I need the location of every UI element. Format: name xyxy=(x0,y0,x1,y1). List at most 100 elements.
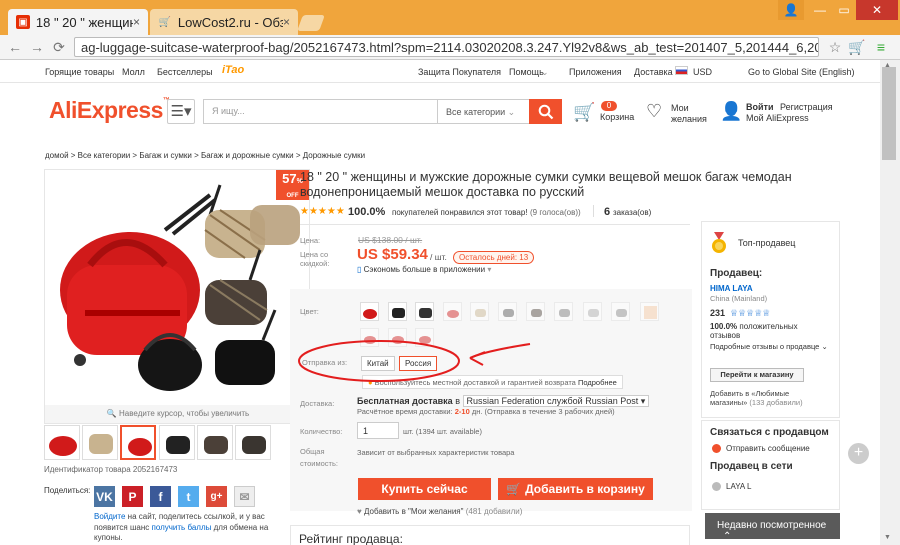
contact-heading: Связаться с продавцом xyxy=(710,427,829,438)
earn-points-link[interactable]: получить баллы xyxy=(151,523,211,532)
vk-share-button[interactable]: VK xyxy=(94,486,115,507)
orders-label: заказа(ов) xyxy=(613,208,652,217)
thumbnail-2[interactable] xyxy=(82,425,118,460)
thumbnail-1[interactable] xyxy=(44,425,80,460)
add-to-wishlist[interactable]: ♥ Добавить в "Мои желания" (481 добавили… xyxy=(357,507,522,516)
cart-extension-icon[interactable]: 🛒 xyxy=(848,38,866,56)
twitter-share-button[interactable]: t xyxy=(178,486,199,507)
quantity-input[interactable]: 1 xyxy=(357,422,399,439)
link-global-site[interactable]: Go to Global Site (English) xyxy=(748,67,855,77)
link-buyer-protection[interactable]: Защита Покупателя xyxy=(418,67,501,77)
googleplus-share-button[interactable]: g+ xyxy=(206,486,227,507)
color-swatch-11[interactable] xyxy=(640,302,659,321)
seller-name-link[interactable]: HIMA LAYA xyxy=(710,284,753,293)
search-button[interactable] xyxy=(529,99,562,124)
close-icon[interactable]: × xyxy=(133,15,140,29)
user-account-icon[interactable]: 👤 xyxy=(720,101,742,122)
current-price: US $59.34 xyxy=(357,246,428,263)
minimize-button[interactable]: — xyxy=(808,0,832,20)
tab-aliexpress[interactable]: ▣ 18 " 20 " женщины × xyxy=(8,9,148,35)
go-to-store-button[interactable]: Перейти к магазину xyxy=(710,368,804,382)
total-label: Общая стоимость: xyxy=(300,447,338,468)
add-to-cart-button[interactable]: 🛒 Добавить в корзину xyxy=(498,478,653,500)
online-seller-link[interactable]: LAYA L xyxy=(726,482,752,491)
close-icon[interactable]: × xyxy=(283,15,290,29)
color-swatch-6[interactable] xyxy=(498,302,517,321)
tab-label: LowCost2.ru - Обзор xyxy=(177,14,283,30)
scroll-up-icon[interactable]: ▲ xyxy=(884,62,891,69)
scroll-down-icon[interactable]: ▼ xyxy=(884,534,891,541)
color-swatch-10[interactable] xyxy=(611,302,630,321)
pinterest-share-button[interactable]: P xyxy=(122,486,143,507)
heart-icon[interactable]: ♡ xyxy=(646,101,662,122)
facebook-share-button[interactable]: f xyxy=(150,486,171,507)
email-share-button[interactable]: ✉ xyxy=(234,486,255,507)
recently-viewed-bar[interactable]: Недавно посмотренное ⌃ xyxy=(705,513,840,542)
color-swatch-4[interactable] xyxy=(443,302,462,321)
address-bar[interactable]: ag-luggage-suitcase-waterproof-bag/20521… xyxy=(74,37,819,57)
close-window-button[interactable]: ✕ xyxy=(856,0,898,20)
link-hot-deals[interactable]: Горящие товары xyxy=(45,67,114,77)
delivery-method-select[interactable]: Russian Federation службой Russian Post … xyxy=(462,395,650,407)
detailed-feedback-link[interactable]: Подробные отзывы о продавце ⌄ xyxy=(710,342,828,351)
register-link[interactable]: Регистрация xyxy=(780,102,833,112)
seller-heading: Продавец: xyxy=(710,268,763,279)
send-message-link[interactable]: Отправить сообщение xyxy=(726,444,810,453)
link-bestsellers[interactable]: Бестселлеры xyxy=(157,67,213,77)
link-mall[interactable]: Молл xyxy=(122,67,145,77)
wishlist-link[interactable]: Мои желания xyxy=(671,103,707,125)
link-help[interactable]: Помощь xyxy=(509,67,544,77)
thumbnail-3[interactable] xyxy=(120,425,156,460)
color-swatch-red[interactable] xyxy=(360,302,379,321)
app-save-link[interactable]: ▯ Сэкономь больше в приложении ▾ xyxy=(357,265,491,274)
star-icon[interactable]: ☆ xyxy=(826,38,844,56)
tab-lowcost[interactable]: 🛒 LowCost2.ru - Обзор × xyxy=(150,9,298,35)
scrollbar-thumb[interactable] xyxy=(882,67,896,160)
thumbnail-6[interactable] xyxy=(235,425,271,460)
categories-menu-button[interactable]: ☰▾ xyxy=(167,99,195,124)
price-unit: / шт. xyxy=(430,252,447,262)
seller-rank-icon: ♕♕♕♕♕ xyxy=(730,308,771,318)
my-aliexpress-link[interactable]: Мой AliExpress xyxy=(746,113,833,124)
seller-score: 231 xyxy=(710,308,726,318)
link-apps[interactable]: Приложения xyxy=(569,67,622,77)
quantity-available: шт. (1394 шт. available) xyxy=(403,427,482,436)
product-main-image[interactable]: 57% OFF 🔍 Наведите курсор, чтобы увеличит… xyxy=(44,169,310,424)
user-icon[interactable]: 👤 xyxy=(778,0,804,20)
add-icon[interactable]: + xyxy=(848,443,869,464)
zoom-hint: 🔍 Наведите курсор, чтобы увеличить xyxy=(45,405,309,423)
ship-to-label[interactable]: Доставка в xyxy=(634,67,680,77)
reload-icon[interactable]: ⟳ xyxy=(50,38,68,56)
login-link[interactable]: Войти xyxy=(746,102,773,112)
heart-icon: ♥ xyxy=(357,507,362,516)
menu-icon[interactable]: ≡ xyxy=(872,38,890,56)
buy-now-button[interactable]: Купить сейчас xyxy=(358,478,491,500)
color-swatch-black[interactable] xyxy=(388,302,407,321)
aliexpress-logo[interactable]: AliExpress™ xyxy=(49,97,170,124)
thumbnail-4[interactable] xyxy=(159,425,195,460)
seller-panel: Топ-продавец Продавец: HIMA LAYA China (… xyxy=(701,221,840,418)
cart-label[interactable]: Корзина xyxy=(600,112,634,122)
color-swatch-9[interactable] xyxy=(583,302,602,321)
color-swatch-8[interactable] xyxy=(554,302,573,321)
share-login-link[interactable]: Войдите xyxy=(94,512,125,521)
share-text: Войдите на сайт, поделитесь ссылкой, и у… xyxy=(94,512,269,542)
local-more-link[interactable]: Подробнее xyxy=(578,378,617,387)
chevron-down-icon: ⌄ xyxy=(821,342,828,351)
votes-link[interactable]: (9 голоса(ов)) xyxy=(530,208,581,217)
maximize-button[interactable]: ▭ xyxy=(832,0,856,20)
color-swatch-dark[interactable] xyxy=(415,302,434,321)
color-swatch-7[interactable] xyxy=(526,302,545,321)
itao-logo[interactable]: iTao xyxy=(222,64,244,76)
category-select[interactable]: Все категории ⌄ xyxy=(437,99,529,124)
forward-icon[interactable]: → xyxy=(28,38,46,56)
product-id: Идентификатор товара 2052167473 xyxy=(44,465,178,474)
breadcrumb[interactable]: домой > Все категории > Багаж и сумки > … xyxy=(45,151,365,160)
add-favorite-store[interactable]: Добавить в «Любимые магазины» (133 добави… xyxy=(710,389,803,407)
back-icon[interactable]: ← xyxy=(6,38,24,56)
currency-label[interactable]: USD xyxy=(693,67,712,77)
quantity-label: Количество: xyxy=(300,427,343,436)
thumbnail-5[interactable] xyxy=(197,425,233,460)
cart-icon[interactable]: 🛒 xyxy=(573,102,595,123)
color-swatch-5[interactable] xyxy=(470,302,489,321)
